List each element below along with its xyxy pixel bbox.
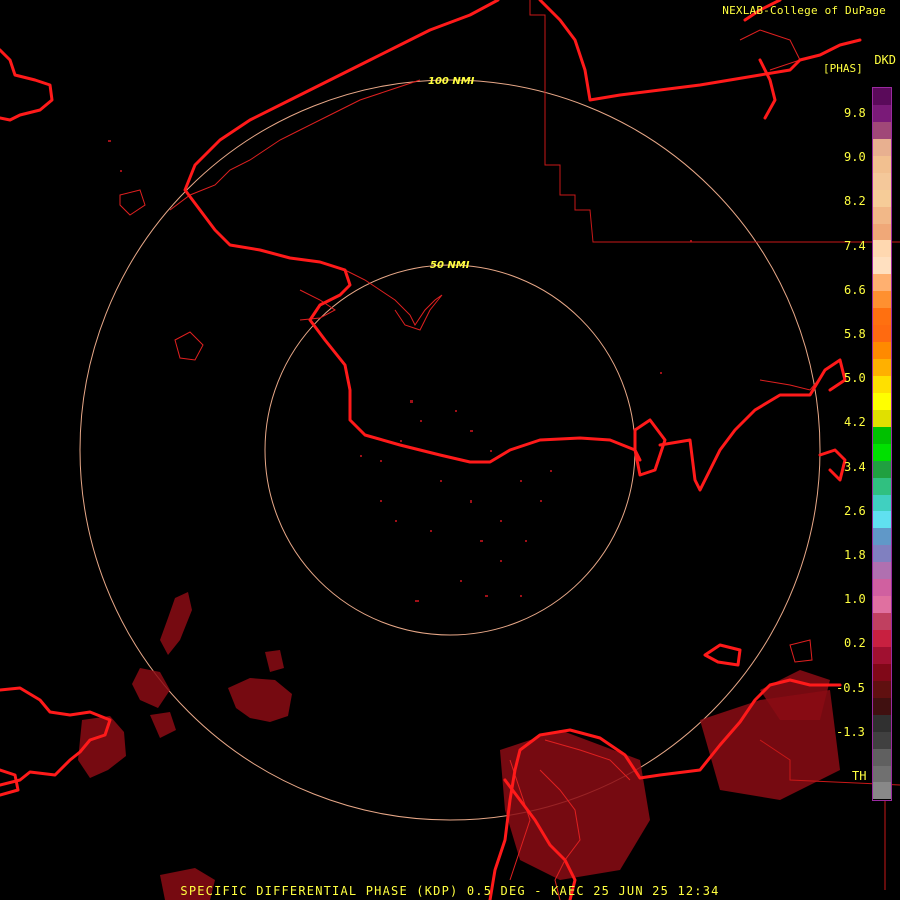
legend-color-segment: [873, 646, 891, 664]
radar-map: 100 NMI 50 NMI: [0, 0, 900, 900]
legend-tick-label: 5.8: [844, 327, 866, 341]
product-code: DKD: [874, 53, 896, 67]
legend-tick-label: 9.8: [844, 106, 866, 120]
legend-tick-label: 8.2: [844, 194, 866, 209]
legend-color-segment: [873, 477, 891, 495]
legend-color-segment: [873, 172, 891, 190]
legend-color-segment: [873, 562, 891, 580]
legend-color-segment: [873, 342, 891, 359]
legend-color-segment: [873, 714, 891, 732]
legend-color-segment: [873, 206, 891, 224]
legend-color-segment: [873, 697, 891, 715]
legend-tick-label: -1.3: [836, 724, 865, 739]
range-ring-100nmi: [79, 79, 821, 821]
legend-tick-label: 3.4: [844, 459, 866, 474]
legend-color-segment: [873, 748, 891, 766]
legend-tick-label: 0.2: [844, 636, 866, 651]
legend-ticks: 9.8 9.0 8.2 7.4 6.6 5.8 5.0 4.2 3.4 2.6 1.8 1.0 0.2 -…: [836, 0, 872, 900]
legend-tick-label: 2.6: [844, 503, 866, 518]
legend-color-segment: [873, 443, 891, 461]
legend-color-segment: [873, 223, 891, 241]
legend-tick-label: 9.0: [844, 150, 866, 165]
echo-returns: [78, 140, 840, 900]
range-ring-100nmi-label: 100 NMI: [428, 76, 475, 87]
legend-tick-label: 4.2: [844, 415, 866, 430]
legend-color-segment: [873, 782, 891, 800]
legend-color-segment: [873, 731, 891, 749]
range-ring-50nmi: [264, 264, 636, 636]
legend-color-segment: [873, 392, 891, 410]
legend-color-segment: [873, 308, 891, 326]
legend-color-segment: [873, 426, 891, 444]
legend-color-segment: [873, 88, 891, 105]
legend-tick-label: 6.6: [844, 282, 866, 297]
legend-tick-label: 7.4: [844, 238, 866, 253]
legend-color-segment: [873, 121, 891, 139]
legend-tick-label: 5.0: [844, 371, 866, 386]
legend-color-segment: [873, 528, 891, 546]
legend-tick-label: TH: [852, 769, 867, 783]
legend-tick-label: 1.8: [844, 548, 866, 562]
legend-color-segment: [873, 257, 891, 275]
legend-color-segment: [873, 613, 891, 630]
product-title: SPECIFIC DIFFERENTIAL PHASE (KDP) 0.5 DE…: [180, 884, 720, 898]
legend-color-segment: [873, 663, 891, 681]
legend-color-segment: [873, 680, 891, 698]
range-ring-50nmi-label: 50 NMI: [430, 260, 470, 271]
legend-tick-label: -0.5: [836, 680, 865, 695]
color-legend-bar: [872, 87, 892, 801]
legend-tick-label: 1.0: [844, 592, 866, 607]
